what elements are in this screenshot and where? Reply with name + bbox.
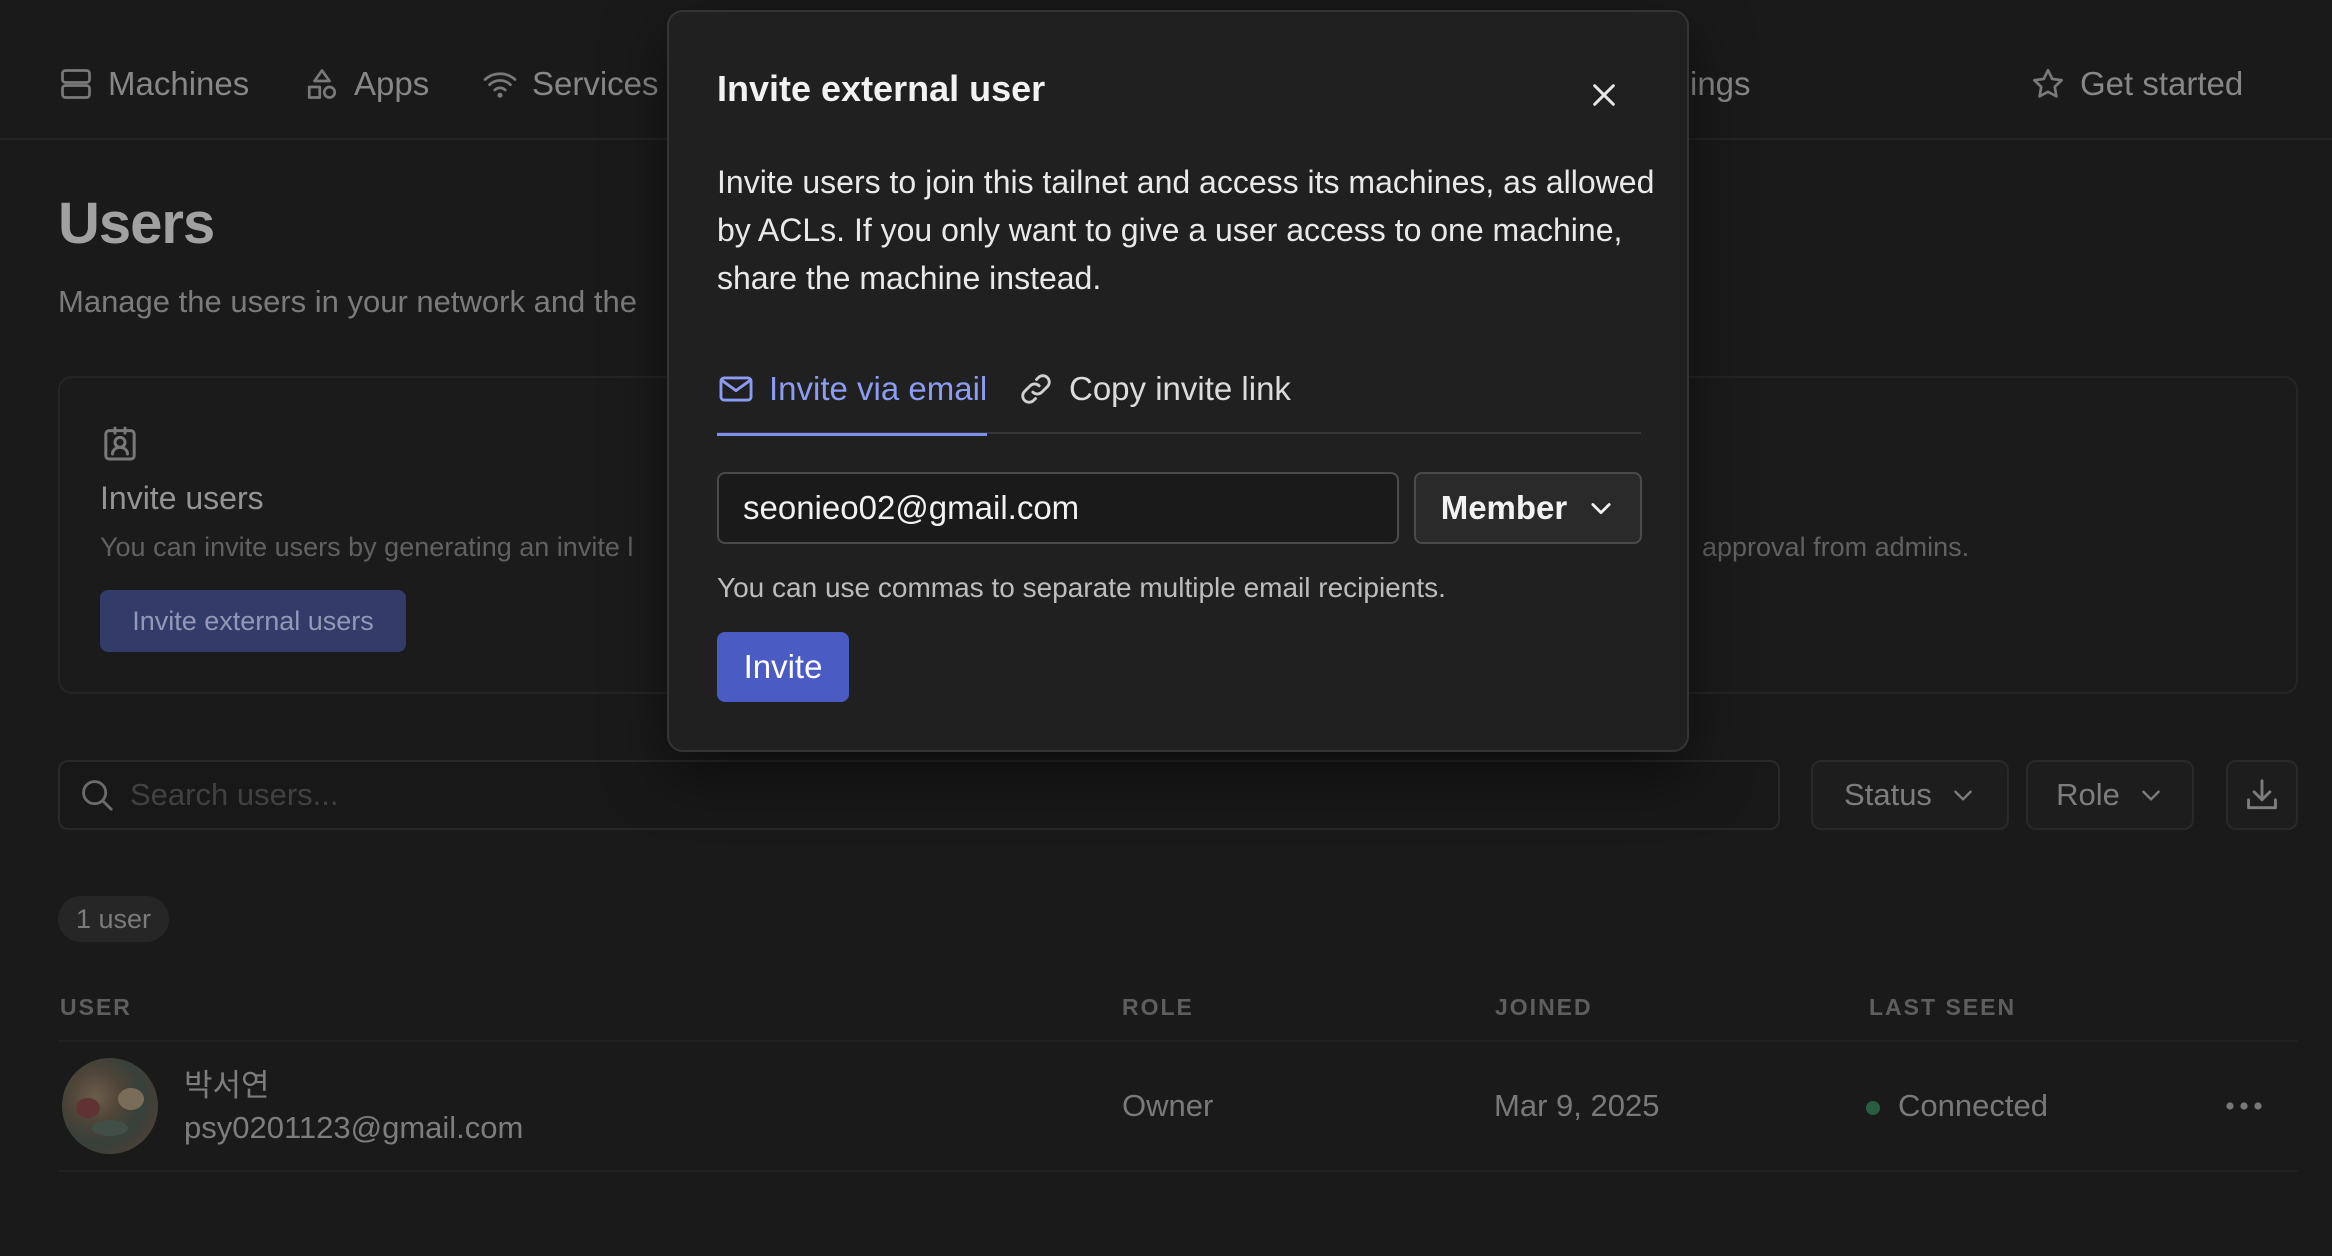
modal-description: Invite users to join this tailnet and ac… (717, 164, 1655, 296)
close-button[interactable] (1581, 72, 1627, 118)
invite-method-tabs: Invite via email Copy invite link (717, 364, 1641, 436)
chevron-down-icon (1591, 503, 1611, 515)
email-field[interactable] (743, 489, 1397, 527)
modal-title: Invite external user (717, 68, 1046, 109)
invite-button[interactable]: Invite (717, 632, 849, 702)
tab-invite-via-email[interactable]: Invite via email (717, 364, 988, 436)
role-select-value: Member (1440, 489, 1568, 526)
email-hint: You can use commas to separate multiple … (717, 572, 1446, 603)
link-icon (1021, 374, 1051, 404)
tab-label-email: Invite via email (769, 370, 988, 407)
invite-external-user-modal: Invite external user Invite users to joi… (667, 10, 1689, 752)
tab-copy-invite-link[interactable]: Copy invite link (1017, 364, 1291, 434)
email-field-wrapper (717, 472, 1399, 544)
tab-label-link: Copy invite link (1069, 370, 1291, 407)
page: Machines Apps Services ings Get started … (0, 0, 2332, 1256)
role-select[interactable]: Member (1414, 472, 1642, 544)
close-icon (1593, 84, 1615, 106)
mail-icon (719, 376, 753, 402)
